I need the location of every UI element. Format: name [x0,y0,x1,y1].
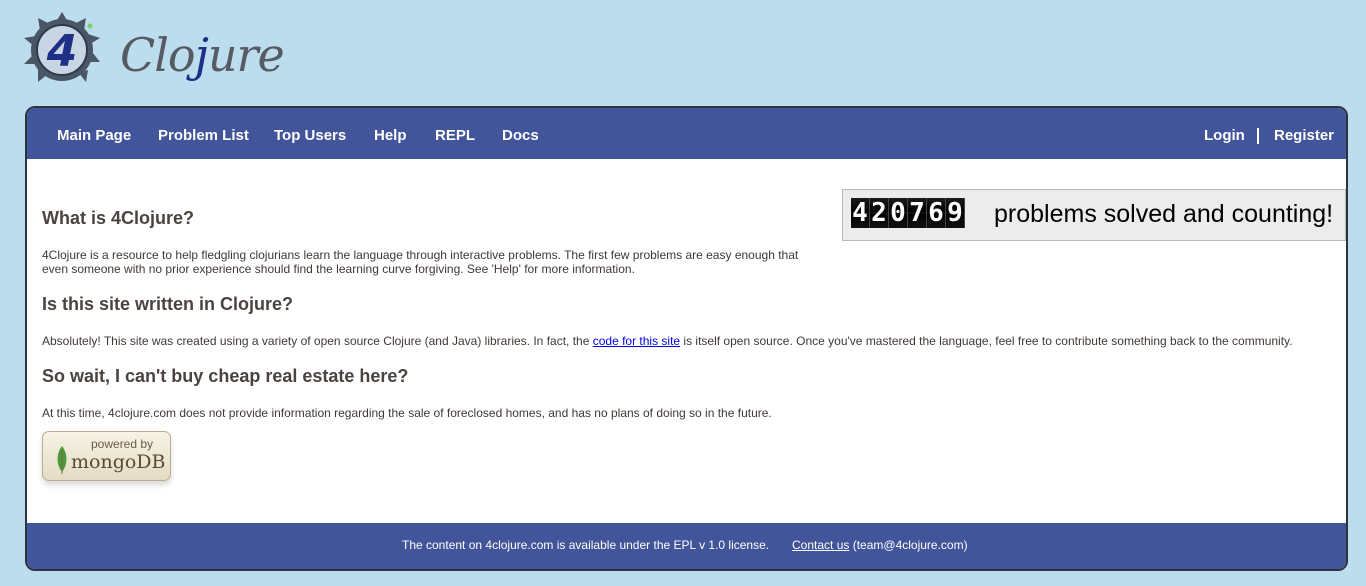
nav-help[interactable]: Help [374,108,407,159]
counter-digit: 0 [889,198,908,228]
nav-top-users[interactable]: Top Users [274,108,346,159]
paragraph-real-estate: At this time, 4clojure.com does not prov… [42,406,772,420]
main-frame: Main Page Problem List Top Users Help RE… [25,106,1348,571]
mongodb-leaf-icon [57,446,67,474]
heading-written-in-clojure: Is this site written in Clojure? [42,294,294,314]
nav-docs[interactable]: Docs [502,108,539,159]
main-content: 4 2 0 7 6 9 problems solved and counting… [42,159,1346,523]
solved-counter: 4 2 0 7 6 9 problems solved and counting… [842,189,1346,241]
counter-digit: 7 [908,198,927,228]
nav-separator [1257,128,1259,144]
counter-digit: 6 [927,198,946,228]
paragraph-text: Absolutely! This site was created using … [42,334,593,348]
powered-by-mongodb-badge[interactable]: powered by mongoDB [42,431,171,481]
counter-digit: 9 [946,198,965,228]
nav-repl[interactable]: REPL [435,108,475,159]
mongodb-label: mongoDB [71,451,166,473]
counter-digit: 2 [870,198,889,228]
nav-main-page[interactable]: Main Page [57,108,131,159]
footer: The content on 4clojure.com is available… [27,523,1346,569]
logo-wordmark: Clojure [120,28,285,82]
paragraph-what-is: 4Clojure is a resource to help fledgling… [42,248,799,276]
counter-digit: 4 [851,198,870,228]
counter-label: problems solved and counting! [994,200,1334,228]
nav-problem-list[interactable]: Problem List [158,108,249,159]
nav-register[interactable]: Register [1274,108,1334,159]
heading-what-is: What is 4Clojure? [42,208,195,228]
license-text: The content on 4clojure.com is available… [402,538,770,552]
counter-digits: 4 2 0 7 6 9 [851,198,965,228]
contact-email: (team@4clojure.com) [849,538,968,552]
svg-text:4: 4 [46,26,78,77]
paragraph-text: is itself open source. Once you've maste… [680,334,1293,348]
paragraph-written-in-clojure: Absolutely! This site was created using … [42,334,1332,348]
site-logo[interactable]: 4 Clojure [24,10,285,86]
nav-login[interactable]: Login [1204,108,1245,159]
powered-by-label: powered by [91,437,154,451]
contact-info: Contact us (team@4clojure.com) [792,538,968,552]
contact-us-link[interactable]: Contact us [792,538,849,552]
heading-real-estate: So wait, I can't buy cheap real estate h… [42,366,409,386]
logo-emblem-icon: 4 [24,12,100,82]
top-nav: Main Page Problem List Top Users Help RE… [27,108,1346,159]
source-code-link[interactable]: code for this site [593,334,680,348]
